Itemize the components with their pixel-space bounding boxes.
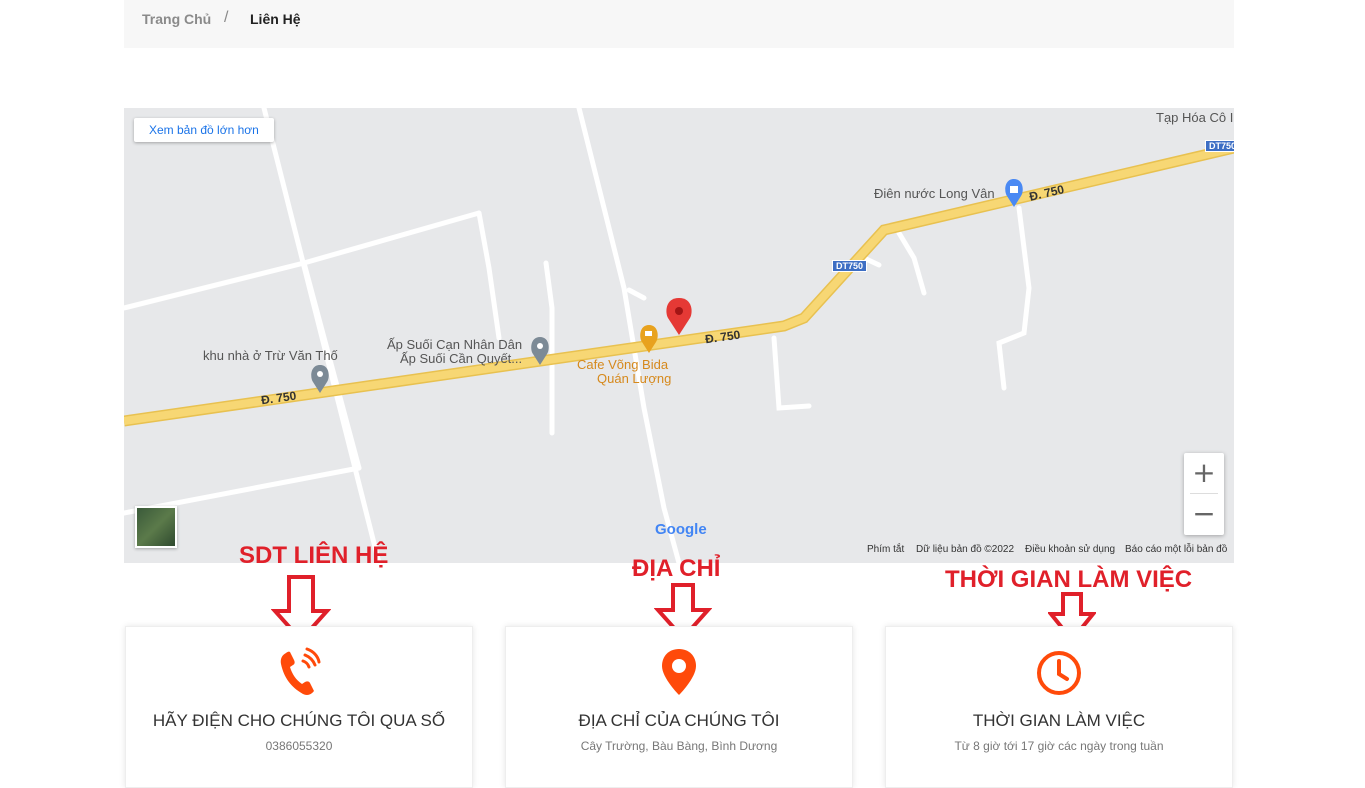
annotation-address: ĐỊA CHỈ [632, 555, 721, 582]
map-data-attribution: Dữ liệu bản đồ ©2022 [916, 544, 1015, 555]
annotation-phone: SDT LIÊN HỆ [239, 542, 389, 569]
address-text: Cây Trường, Bàu Bàng, Bình Dương [580, 739, 778, 753]
map-pin-marker [666, 298, 692, 335]
map-label-hamlet-2[interactable]: Ấp Suối Cần Quyết... [400, 351, 522, 366]
terms-link[interactable]: Điều khoản sử dụng [1025, 544, 1115, 555]
annotation-hours: THỜI GIAN LÀM VIỆC [945, 566, 1193, 593]
breadcrumb-separator: / [224, 9, 229, 26]
satellite-toggle[interactable] [135, 506, 177, 548]
view-larger-map-link[interactable]: Xem bản đồ lớn hơn [134, 118, 274, 142]
map-label-cafe-1[interactable]: Cafe Võng Bida [577, 357, 668, 372]
zoom-controls: + − [1184, 453, 1224, 535]
contact-card-phone: HÃY ĐIỆN CHO CHÚNG TÔI QUA SỐ 0386055320 [125, 626, 473, 788]
contact-card-hours: THỜI GIAN LÀM VIỆC Từ 8 giờ tới 17 giờ c… [885, 626, 1233, 788]
zoom-in-button[interactable]: + [1184, 453, 1224, 493]
dt750-badge: DT750 [1205, 140, 1234, 152]
dt750-badge: DT750 [832, 260, 868, 272]
keyboard-shortcuts-link[interactable]: Phím tắt [867, 544, 904, 555]
zoom-out-button[interactable]: − [1184, 494, 1224, 534]
map-label-house[interactable]: khu nhà ở Trừ Văn Thố [203, 348, 338, 363]
card-title: THỜI GIAN LÀM VIỆC [972, 711, 1146, 730]
clock-icon [1037, 651, 1081, 695]
breadcrumb: Trang Chủ / Liên Hệ [124, 0, 1234, 48]
map-label-cafe-2[interactable]: Quán Lượng [597, 371, 671, 386]
breadcrumb-current: Liên Hệ [250, 11, 301, 27]
breadcrumb-home-link[interactable]: Trang Chủ [142, 11, 211, 27]
map-roads [124, 108, 1234, 563]
phone-ringing-icon [280, 647, 321, 695]
card-title: HÃY ĐIỆN CHO CHÚNG TÔI QUA SỐ [152, 711, 446, 730]
map-label-electric-store[interactable]: Điên nước Long Vân [874, 186, 995, 201]
map-label-shop[interactable]: Tạp Hóa Cô I [1156, 110, 1233, 125]
hours-text: Từ 8 giờ tới 17 giờ các ngày trong tuần [954, 739, 1164, 753]
google-logo: Google [655, 521, 707, 538]
report-error-link[interactable]: Báo cáo một lỗi bản đồ [1125, 544, 1227, 555]
google-map[interactable]: Xem bản đồ lớn hơn Tạp Hóa Cô I Điên nướ… [124, 108, 1234, 563]
location-pin-icon [662, 649, 696, 695]
map-label-hamlet-1[interactable]: Ấp Suối Cạn Nhân Dân [387, 337, 522, 352]
contact-card-address: ĐỊA CHỈ CỦA CHÚNG TÔI Cây Trường, Bàu Bà… [505, 626, 853, 788]
card-title: ĐỊA CHỈ CỦA CHÚNG TÔI [578, 711, 780, 730]
phone-number[interactable]: 0386055320 [126, 739, 472, 753]
